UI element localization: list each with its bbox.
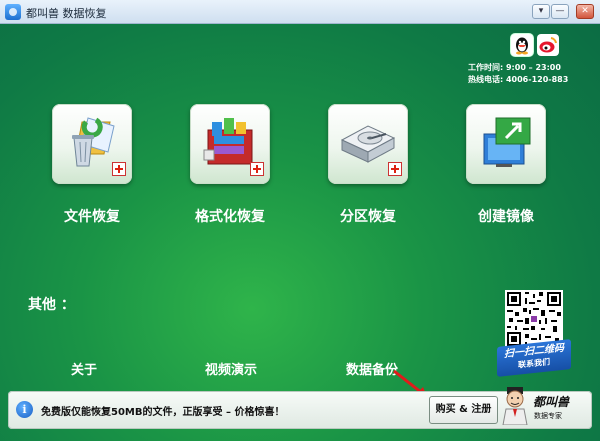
create-image-tile[interactable] <box>466 104 546 184</box>
app-window: 都叫兽 数据恢复 ▾ — □ ✕ 工作时间: 9:00 – 23:00 热线电话… <box>0 0 600 441</box>
title-bar: 都叫兽 数据恢复 ▾ — □ ✕ <box>0 0 600 24</box>
app-logo-icon <box>5 4 21 20</box>
about-link[interactable]: 关于 <box>71 359 97 378</box>
contact-info: 工作时间: 9:00 – 23:00 热线电话: 4006-120-883 <box>468 62 568 86</box>
info-icon: i <box>16 401 33 418</box>
mascot-icon <box>502 387 528 425</box>
video-demo-link[interactable]: 视频演示 <box>205 359 257 378</box>
minimize-button[interactable]: — <box>551 4 569 19</box>
hotline: 热线电话: 4006-120-883 <box>468 75 569 84</box>
brand-slogan: 数据专家 <box>534 412 562 420</box>
qq-icon[interactable] <box>511 34 533 56</box>
plus-badge-icon <box>112 162 126 176</box>
create-image-label[interactable]: 创建镜像 <box>446 206 566 226</box>
others-heading: 其他 ： <box>28 297 75 313</box>
file-recovery-label[interactable]: 文件恢复 <box>32 206 152 226</box>
file-recovery-tile[interactable] <box>52 104 132 184</box>
qr-contact-banner: 扫一扫二维码 联系我们 <box>497 339 571 377</box>
brand-name: 都叫兽 <box>533 395 570 409</box>
plus-badge-icon <box>250 162 264 176</box>
close-button[interactable]: ✕ <box>576 4 594 19</box>
partition-recovery-label[interactable]: 分区恢复 <box>308 206 428 226</box>
create-image-icon <box>483 117 531 167</box>
format-recovery-label[interactable]: 格式化恢复 <box>170 206 290 226</box>
qr-code <box>505 290 563 348</box>
window-title: 都叫兽 数据恢复 <box>26 7 107 20</box>
data-backup-link[interactable]: 数据备份 <box>346 359 398 378</box>
buy-register-button[interactable]: 购买 & 注册 <box>429 396 498 424</box>
partition-recovery-tile[interactable] <box>328 104 408 184</box>
work-hours: 工作时间: 9:00 – 23:00 <box>468 63 561 72</box>
format-recovery-tile[interactable] <box>190 104 270 184</box>
trial-notice: 免费版仅能恢复50MB的文件，正版享受 – 价格惊喜！ <box>41 407 285 418</box>
menu-button[interactable]: ▾ <box>532 4 550 19</box>
plus-badge-icon <box>388 162 402 176</box>
weibo-icon[interactable] <box>537 34 559 56</box>
